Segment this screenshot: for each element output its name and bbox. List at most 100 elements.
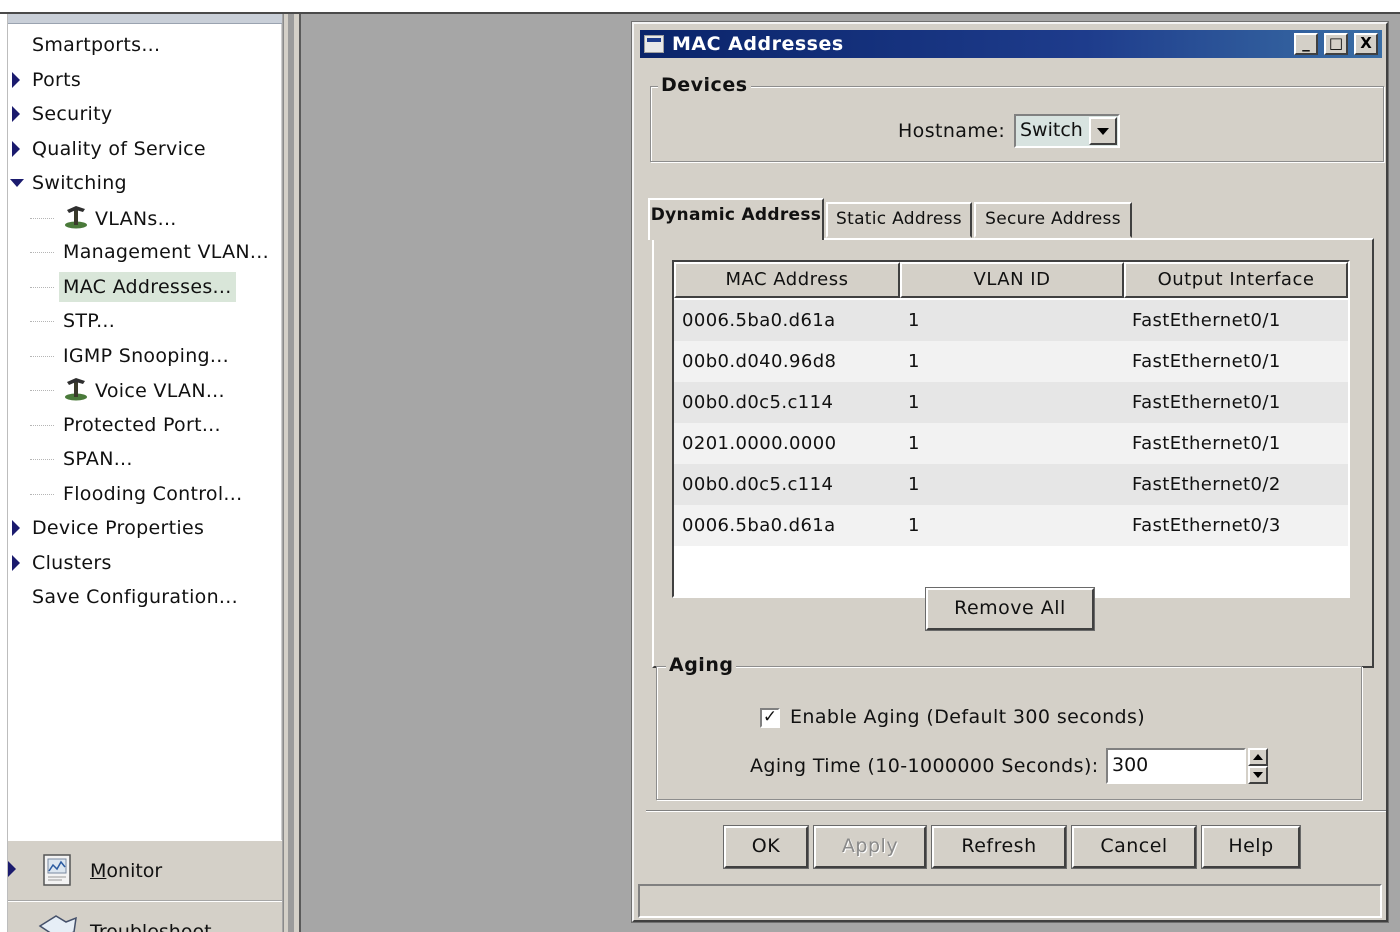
column-header-mac-address[interactable]: MAC Address — [674, 262, 900, 298]
nav-item-save-configuration[interactable]: Save Configuration... — [32, 582, 238, 612]
dialog-title: MAC Addresses — [672, 33, 844, 55]
troubleshoot-section[interactable]: Troubleshoot — [8, 901, 282, 932]
nav-item-label: Management VLAN... — [63, 241, 269, 263]
tree-connector — [30, 493, 54, 495]
vlan-id-cell: 1 — [908, 474, 920, 495]
monitor-label-text: onitor — [106, 860, 163, 882]
spin-up-icon[interactable] — [1248, 748, 1268, 766]
vlan-id-cell: 1 — [908, 310, 920, 331]
nav-item-voice-vlan[interactable]: Voice VLAN... — [63, 375, 225, 405]
help-button[interactable]: Help — [1201, 825, 1301, 869]
vlan-id-cell: 1 — [908, 433, 920, 454]
ok-button[interactable]: OK — [723, 825, 809, 869]
close-button[interactable]: X — [1354, 33, 1378, 55]
tree-connector — [30, 252, 54, 253]
tree-connector — [30, 286, 54, 288]
refresh-button[interactable]: Refresh — [931, 825, 1067, 869]
minimize-button[interactable]: _ — [1294, 33, 1318, 55]
mac-addresses-dialog: MAC Addresses _ □ X Devices Hostname: Sw… — [631, 21, 1389, 923]
nav-item-label: STP... — [63, 310, 116, 332]
nav-item-security[interactable]: Security — [32, 99, 112, 129]
nav-item-label: Ports — [32, 68, 82, 91]
nav-item-label: Protected Port... — [63, 413, 221, 436]
monitor-label[interactable]: Monitor — [90, 860, 162, 882]
output-interface-cell: FastEthernet0/1 — [1132, 310, 1281, 331]
nav-item-label: MAC Addresses... — [63, 275, 232, 298]
nav-item-clusters[interactable]: Clusters — [32, 548, 112, 578]
expand-arrow-icon[interactable] — [12, 554, 20, 571]
tree-connector — [30, 390, 54, 391]
apply-button[interactable]: Apply — [813, 825, 927, 869]
monitor-icon — [43, 854, 71, 886]
tab-secure-address[interactable]: Secure Address — [974, 202, 1132, 238]
troubleshoot-label: Troubleshoot — [90, 921, 212, 932]
mac-address-cell: 00b0.d0c5.c114 — [682, 474, 834, 495]
tree-connector — [30, 321, 54, 322]
navigation-tree: Smartports... Ports Security Quality of Ser… — [8, 24, 282, 840]
nav-item-label: IGMP Snooping... — [63, 344, 229, 367]
mac-address-cell: 0201.0000.0000 — [682, 433, 837, 454]
aging-time-input[interactable]: 300 — [1106, 748, 1246, 784]
nav-item-quality-of-service[interactable]: Quality of Service — [32, 134, 206, 164]
nav-item-igmp-snooping[interactable]: IGMP Snooping... — [63, 341, 229, 371]
window-icon — [644, 35, 664, 53]
hostname-value: Switch — [1020, 119, 1083, 141]
output-interface-cell: FastEthernet0/3 — [1132, 515, 1281, 536]
nav-item-switching[interactable]: Switching — [32, 168, 127, 198]
maximize-button[interactable]: □ — [1324, 33, 1348, 55]
dialog-titlebar[interactable]: MAC Addresses _ □ X — [640, 30, 1382, 58]
hostname-select[interactable]: Switch — [1014, 114, 1120, 148]
column-header-output-interface[interactable]: Output Interface — [1124, 262, 1348, 298]
vlan-id-cell: 1 — [908, 515, 920, 536]
table-row[interactable]: 00b0.d0c5.c114 1 FastEthernet0/2 — [674, 464, 1348, 505]
table-row[interactable]: 00b0.d040.96d8 1 FastEthernet0/1 — [674, 341, 1348, 382]
nav-item-ports[interactable]: Ports — [32, 65, 81, 95]
remove-all-button[interactable]: Remove All — [925, 587, 1095, 631]
table-row[interactable]: 0201.0000.0000 1 FastEthernet0/1 — [674, 423, 1348, 464]
nav-item-mac-addresses[interactable]: MAC Addresses... — [59, 271, 236, 302]
table-row[interactable]: 00b0.d0c5.c114 1 FastEthernet0/1 — [674, 382, 1348, 423]
mac-address-table: MAC Address VLAN ID Output Interface 000… — [672, 260, 1350, 598]
mac-address-cell: 0006.5ba0.d61a — [682, 310, 836, 331]
nav-item-flooding-control[interactable]: Flooding Control... — [63, 479, 242, 509]
devices-legend: Devices — [658, 74, 751, 96]
enable-aging-label[interactable]: Enable Aging (Default 300 seconds) — [790, 706, 1145, 728]
expand-arrow-icon — [8, 861, 16, 877]
nav-item-smartports[interactable]: Smartports... — [32, 30, 160, 60]
tree-connector — [30, 424, 54, 426]
nav-item-label: Device Properties — [32, 517, 205, 539]
expand-arrow-icon[interactable] — [12, 140, 20, 157]
collapse-arrow-icon[interactable] — [10, 179, 24, 187]
output-interface-cell: FastEthernet0/2 — [1132, 474, 1281, 495]
tab-static-address[interactable]: Static Address — [826, 202, 972, 238]
output-interface-cell: FastEthernet0/1 — [1132, 351, 1281, 372]
chevron-down-icon[interactable] — [1089, 117, 1117, 145]
smartport-tool-icon — [65, 378, 87, 401]
spin-down-icon[interactable] — [1248, 766, 1268, 784]
tree-connector — [30, 217, 54, 219]
tree-connector — [30, 459, 54, 460]
nav-item-label: Flooding Control... — [63, 482, 243, 505]
nav-item-label: Smartports... — [32, 34, 161, 56]
table-row[interactable]: 0006.5ba0.d61a 1 FastEthernet0/3 — [674, 505, 1348, 546]
nav-item-span[interactable]: SPAN... — [63, 444, 133, 474]
enable-aging-checkbox[interactable]: ✓ — [760, 708, 780, 728]
nav-header-bar — [8, 14, 282, 24]
nav-item-stp[interactable]: STP... — [63, 306, 115, 336]
nav-item-device-properties[interactable]: Device Properties — [32, 513, 204, 543]
column-header-vlan-id[interactable]: VLAN ID — [900, 262, 1124, 298]
expand-arrow-icon[interactable] — [12, 520, 20, 536]
nav-item-management-vlan[interactable]: Management VLAN... — [63, 237, 269, 267]
table-row[interactable]: 0006.5ba0.d61a 1 FastEthernet0/1 — [674, 300, 1348, 341]
divider — [646, 810, 1386, 812]
output-interface-cell: FastEthernet0/1 — [1132, 392, 1281, 413]
mac-address-cell: 0006.5ba0.d61a — [682, 515, 836, 536]
expand-arrow-icon[interactable] — [12, 106, 20, 122]
expand-arrow-icon[interactable] — [12, 71, 20, 88]
nav-item-vlans[interactable]: VLANs... — [63, 203, 177, 233]
nav-item-protected-port[interactable]: Protected Port... — [63, 410, 221, 440]
dialog-status-bar — [638, 884, 1382, 918]
cancel-button[interactable]: Cancel — [1071, 825, 1197, 869]
nav-item-label: Clusters — [32, 551, 112, 574]
tab-dynamic-address[interactable]: Dynamic Address — [648, 198, 824, 240]
